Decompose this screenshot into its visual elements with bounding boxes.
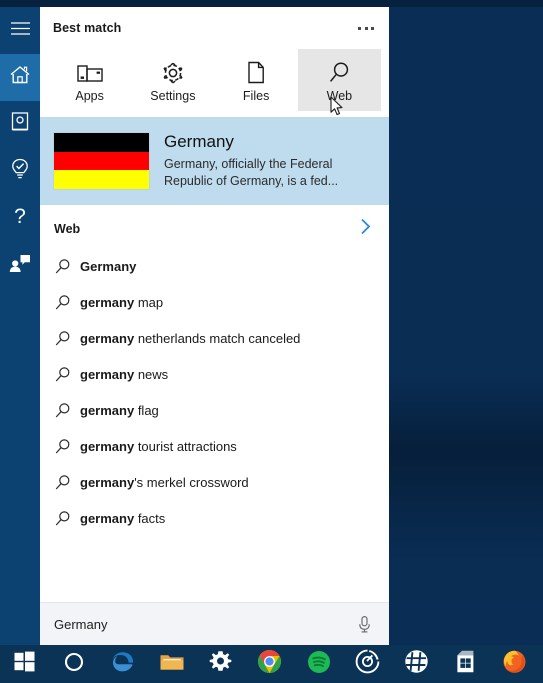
sidebar-item-tips[interactable] bbox=[0, 148, 40, 195]
chrome-button[interactable] bbox=[245, 645, 294, 683]
web-suggestion-item[interactable]: germany facts bbox=[40, 500, 389, 536]
edge-button[interactable] bbox=[98, 645, 147, 683]
web-suggestion-label: germany netherlands match canceled bbox=[80, 330, 301, 346]
web-suggestion-item[interactable]: germany's merkel crossword bbox=[40, 464, 389, 500]
home-icon bbox=[9, 65, 31, 90]
start-button[interactable] bbox=[0, 645, 49, 683]
tab-settings-label: Settings bbox=[150, 88, 196, 103]
cortana-button[interactable] bbox=[49, 645, 98, 683]
search-input-bar[interactable]: Germany bbox=[40, 602, 389, 645]
sidebar-item-notebook[interactable] bbox=[0, 101, 40, 148]
panel-filler bbox=[40, 536, 389, 602]
folder-icon bbox=[159, 651, 185, 678]
edge-icon bbox=[110, 649, 136, 680]
microsoft-store-icon bbox=[454, 649, 477, 679]
firefox-button[interactable] bbox=[490, 645, 539, 683]
search-icon bbox=[54, 438, 80, 455]
feedback-person-icon bbox=[9, 253, 31, 278]
discord-icon bbox=[404, 649, 429, 679]
sidebar-item-feedback[interactable] bbox=[0, 242, 40, 289]
groove-music-icon bbox=[355, 649, 380, 679]
web-suggestion-item[interactable]: germany flag bbox=[40, 392, 389, 428]
svg-text:?: ? bbox=[14, 205, 26, 228]
web-suggestion-label: germany news bbox=[80, 366, 169, 382]
microphone-icon[interactable] bbox=[354, 612, 375, 637]
search-icon bbox=[54, 330, 80, 347]
best-match-label: Best match bbox=[53, 21, 122, 35]
sidebar-item-home[interactable] bbox=[0, 54, 40, 101]
chevron-right-icon[interactable] bbox=[356, 216, 375, 242]
web-suggestion-label: germany's merkel crossword bbox=[80, 474, 249, 490]
web-suggestion-label: germany facts bbox=[80, 510, 166, 526]
tab-settings[interactable]: Settings bbox=[131, 49, 214, 111]
notebook-icon bbox=[10, 111, 30, 138]
settings-button[interactable] bbox=[196, 645, 245, 683]
search-icon bbox=[54, 510, 80, 527]
search-input[interactable]: Germany bbox=[54, 617, 354, 632]
gear-icon bbox=[159, 58, 187, 86]
best-match-text: Germany Germany, officially the Federal … bbox=[164, 132, 375, 190]
search-results-content: Best match Apps Settings Files Web Germa… bbox=[40, 7, 389, 645]
tab-apps[interactable]: Apps bbox=[48, 49, 131, 111]
web-suggestion-label: Germany bbox=[80, 258, 137, 274]
tab-web-label: Web bbox=[326, 88, 353, 103]
desktop-top-strip bbox=[0, 0, 543, 7]
web-suggestion-label: germany tourist attractions bbox=[80, 438, 237, 454]
windows-logo-icon bbox=[14, 651, 35, 677]
cortana-circle-icon bbox=[63, 651, 85, 678]
best-match-description: Germany, officially the Federal Republic… bbox=[164, 157, 339, 188]
tab-files-label: Files bbox=[242, 88, 270, 103]
file-icon bbox=[245, 58, 267, 86]
spotify-button[interactable] bbox=[294, 645, 343, 683]
web-section-header: Web bbox=[40, 205, 389, 248]
chrome-icon bbox=[257, 649, 282, 679]
search-icon bbox=[54, 402, 80, 419]
taskbar bbox=[0, 645, 543, 683]
category-tabs: Apps Settings Files Web bbox=[48, 49, 381, 111]
sidebar-item-help[interactable]: ? bbox=[0, 195, 40, 242]
web-suggestion-item[interactable]: Germany bbox=[40, 248, 389, 284]
tab-apps-label: Apps bbox=[75, 88, 104, 103]
tab-web[interactable]: Web bbox=[297, 49, 381, 111]
web-suggestion-item[interactable]: germany netherlands match canceled bbox=[40, 320, 389, 356]
best-match-title: Germany bbox=[164, 132, 234, 151]
web-section-label: Web bbox=[54, 222, 81, 236]
cortana-left-rail: ? bbox=[0, 7, 40, 645]
firefox-icon bbox=[502, 649, 527, 679]
search-icon bbox=[54, 474, 80, 491]
search-icon bbox=[54, 258, 80, 275]
germany-flag-icon bbox=[54, 133, 149, 190]
web-suggestion-list: Germany germany map germany netherlands ma… bbox=[40, 248, 389, 536]
best-match-result-card[interactable]: Germany Germany, officially the Federal … bbox=[40, 117, 389, 205]
ellipsis-icon[interactable] bbox=[356, 21, 376, 36]
best-match-header: Best match bbox=[40, 7, 389, 43]
web-suggestion-item[interactable]: germany tourist attractions bbox=[40, 428, 389, 464]
sidebar-item-menu[interactable] bbox=[0, 7, 40, 54]
gear-icon bbox=[209, 650, 232, 678]
discord-button[interactable] bbox=[392, 645, 441, 683]
web-suggestion-item[interactable]: germany map bbox=[40, 284, 389, 320]
web-suggestion-item[interactable]: germany news bbox=[40, 356, 389, 392]
tab-files[interactable]: Files bbox=[215, 49, 298, 111]
question-mark-icon: ? bbox=[12, 204, 28, 233]
groove-music-button[interactable] bbox=[343, 645, 392, 683]
web-suggestion-label: germany map bbox=[80, 294, 164, 310]
cortana-search-panel: ? Best match Apps Settings Files Web Ger… bbox=[0, 7, 389, 645]
lightbulb-idea-icon bbox=[10, 158, 30, 186]
hamburger-menu-icon bbox=[10, 21, 31, 41]
search-icon bbox=[54, 366, 80, 383]
search-icon bbox=[326, 58, 352, 86]
spotify-icon bbox=[307, 650, 331, 679]
file-explorer-button[interactable] bbox=[147, 645, 196, 683]
store-button[interactable] bbox=[441, 645, 490, 683]
apps-icon bbox=[74, 58, 106, 86]
search-icon bbox=[54, 294, 80, 311]
web-suggestion-label: germany flag bbox=[80, 402, 159, 418]
